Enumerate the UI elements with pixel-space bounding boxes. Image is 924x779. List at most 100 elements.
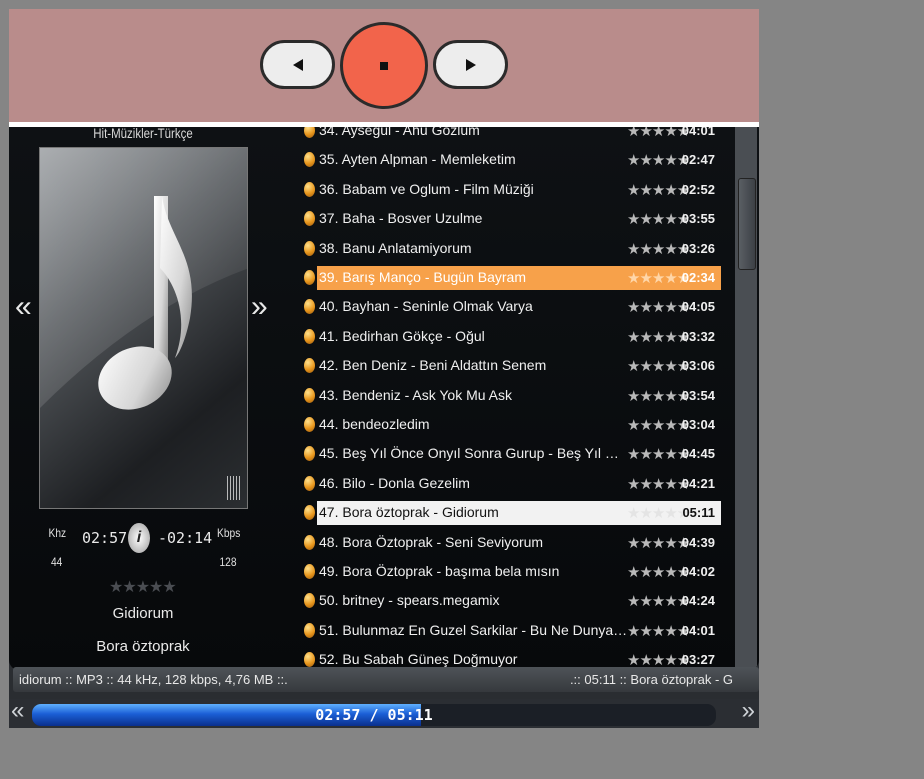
- barcode-icon: [227, 476, 241, 500]
- scrollbar[interactable]: [735, 127, 757, 670]
- track-bullet-icon: [304, 446, 315, 462]
- track-row-body: 36. Babam ve Oglum - Film Müziği ★★★★★ 02:…: [317, 178, 721, 202]
- track-rating[interactable]: ★★★★★: [627, 210, 690, 228]
- track-row[interactable]: 38. Banu Anlatamiyorum ★★★★★ 03:26: [303, 237, 723, 261]
- track-title: 41. Bedirhan Gökçe - Oğul: [319, 327, 485, 344]
- track-row[interactable]: 35. Ayten Alpman - Memleketim ★★★★★ 02:47: [303, 148, 723, 172]
- seek-forward-button[interactable]: »: [742, 697, 755, 725]
- album-cover: [39, 147, 248, 509]
- track-rating[interactable]: ★★★★★: [627, 534, 690, 552]
- kbps-label: Kbps: [217, 526, 241, 540]
- seek-back-button[interactable]: «: [11, 697, 24, 725]
- track-rating[interactable]: ★★★★★: [627, 151, 690, 169]
- track-duration: 05:11: [682, 505, 715, 521]
- track-row-body: 39. Barış Manço - Bugün Bayram ★★★★★ 02:34: [317, 266, 721, 290]
- next-button[interactable]: [433, 40, 508, 89]
- seek-track[interactable]: 02:57 / 05:11: [32, 704, 716, 726]
- track-title: 47. Bora öztoprak - Gidiorum: [319, 504, 499, 521]
- track-row[interactable]: 47. Bora öztoprak - Gidiorum ★★★★★ 05:11: [303, 501, 723, 526]
- track-bullet-icon: [304, 299, 315, 315]
- track-rating[interactable]: ★★★★★: [627, 563, 690, 581]
- track-duration: 03:27: [681, 652, 715, 668]
- info-icon[interactable]: i: [128, 523, 150, 553]
- track-rating[interactable]: ★★★★★: [627, 387, 690, 405]
- track-bullet-icon: [304, 564, 315, 579]
- seek-bar: « 02:57 / 05:11 »: [9, 697, 759, 728]
- track-row-body: 43. Bendeniz - Ask Yok Mu Ask ★★★★★ 03:54: [317, 384, 721, 408]
- cover-previous-button[interactable]: «: [15, 292, 32, 322]
- track-row-body: 48. Bora Öztoprak - Seni Seviyorum ★★★★★ 0…: [317, 531, 721, 555]
- track-duration: 04:01: [681, 127, 715, 138]
- playlist-name: Hit-Müzikler-Türkçe: [93, 127, 193, 141]
- track-bullet-icon: [304, 505, 315, 521]
- track-duration: 03:55: [681, 211, 715, 227]
- track-row[interactable]: 42. Ben Deniz - Beni Aldattın Senem ★★★★★…: [303, 354, 723, 378]
- rating-stars[interactable]: ★★★★★: [109, 577, 177, 597]
- track-title: 50. britney - spears.megamix: [319, 592, 500, 609]
- track-rating[interactable]: ★★★★★: [627, 504, 690, 522]
- track-rating[interactable]: ★★★★★: [627, 416, 690, 434]
- track-row-body: 37. Baha - Bosver Uzulme ★★★★★ 03:55: [317, 207, 721, 231]
- stop-button[interactable]: [340, 22, 428, 109]
- track-rating[interactable]: ★★★★★: [627, 445, 690, 463]
- track-rating[interactable]: ★★★★★: [627, 298, 690, 316]
- track-bullet-icon: [304, 417, 315, 432]
- transport-bar: [9, 9, 759, 122]
- track-title: 38. Banu Anlatamiyorum: [319, 239, 472, 256]
- track-row[interactable]: 36. Babam ve Oglum - Film Müziği ★★★★★ 02:…: [303, 178, 723, 202]
- music-note-icon: [40, 148, 247, 410]
- track-rating[interactable]: ★★★★★: [627, 622, 690, 640]
- elapsed-time: 02:57: [82, 529, 128, 547]
- track-rating[interactable]: ★★★★★: [627, 269, 690, 287]
- track-title: 36. Babam ve Oglum - Film Müziği: [319, 180, 534, 197]
- track-row[interactable]: 37. Baha - Bosver Uzulme ★★★★★ 03:55: [303, 207, 723, 231]
- track-rating[interactable]: ★★★★★: [627, 328, 690, 346]
- track-row[interactable]: 43. Bendeniz - Ask Yok Mu Ask ★★★★★ 03:54: [303, 384, 723, 408]
- track-rating[interactable]: ★★★★★: [627, 127, 690, 140]
- track-rating[interactable]: ★★★★★: [627, 475, 690, 493]
- track-row[interactable]: 45. Beş Yıl Önce Onyıl Sonra Gurup - Beş…: [303, 442, 723, 466]
- next-triangle-icon: [465, 58, 476, 71]
- track-row[interactable]: 51. Bulunmaz En Guzel Sarkilar - Bu Ne D…: [303, 619, 723, 643]
- cover-next-button[interactable]: »: [251, 292, 268, 322]
- track-row[interactable]: 44. bendeozledim ★★★★★ 03:04: [303, 413, 723, 437]
- kbps-value: 128: [219, 555, 237, 569]
- track-rating[interactable]: ★★★★★: [627, 592, 690, 610]
- track-row-body: 34. Aysegul - Ahu Gozlum ★★★★★ 04:01: [317, 127, 721, 143]
- track-title: 51. Bulunmaz En Guzel Sarkilar - Bu Ne D…: [319, 621, 629, 638]
- track-rating[interactable]: ★★★★★: [627, 181, 690, 199]
- track-row-body: 51. Bulunmaz En Guzel Sarkilar - Bu Ne D…: [317, 619, 721, 643]
- track-duration: 04:21: [681, 475, 715, 491]
- khz-label: Khz: [48, 526, 67, 540]
- previous-button[interactable]: [260, 40, 335, 89]
- track-duration: 03:32: [681, 328, 715, 344]
- track-row-body: 50. britney - spears.megamix ★★★★★ 04:24: [317, 589, 721, 613]
- scroll-thumb[interactable]: [738, 178, 756, 270]
- track-title: 37. Baha - Bosver Uzulme: [319, 210, 483, 227]
- track-title: 44. bendeozledim: [319, 416, 430, 432]
- track-rating[interactable]: ★★★★★: [627, 240, 690, 258]
- track-row-body: 49. Bora Öztoprak - başıma bela mısın ★★★…: [317, 560, 721, 584]
- stop-square-icon: [380, 61, 388, 70]
- track-title: 35. Ayten Alpman - Memleketim: [319, 151, 516, 168]
- track-bullet-icon: [304, 622, 315, 638]
- track-title: 42. Ben Deniz - Beni Aldattın Senem: [319, 357, 547, 374]
- status-bar: idiorum :: MP3 :: 44 kHz, 128 kbps, 4,76…: [13, 667, 759, 692]
- track-bullet-icon: [304, 328, 315, 344]
- track-row-body: 35. Ayten Alpman - Memleketim ★★★★★ 02:47: [317, 148, 721, 172]
- track-rating[interactable]: ★★★★★: [627, 357, 690, 375]
- track-row[interactable]: 49. Bora Öztoprak - başıma bela mısın ★★★…: [303, 560, 723, 584]
- track-duration: 03:54: [681, 387, 715, 403]
- track-row[interactable]: 46. Bilo - Donla Gezelim ★★★★★ 04:21: [303, 472, 723, 496]
- track-bullet-icon: [304, 127, 315, 138]
- track-row[interactable]: 40. Bayhan - Seninle Olmak Varya ★★★★★ 04:…: [303, 295, 723, 319]
- track-row[interactable]: 50. britney - spears.megamix ★★★★★ 04:24: [303, 589, 723, 613]
- track-bullet-icon: [304, 270, 315, 285]
- track-row[interactable]: 41. Bedirhan Gökçe - Oğul ★★★★★ 03:32: [303, 325, 723, 349]
- track-row[interactable]: 39. Barış Manço - Bugün Bayram ★★★★★ 02:34: [303, 266, 723, 290]
- track-row-body: 42. Ben Deniz - Beni Aldattın Senem ★★★★★…: [317, 354, 721, 378]
- track-row[interactable]: 48. Bora Öztoprak - Seni Seviyorum ★★★★★ 0…: [303, 531, 723, 555]
- track-row-body: 41. Bedirhan Gökçe - Oğul ★★★★★ 03:32: [317, 325, 721, 349]
- track-row[interactable]: 34. Aysegul - Ahu Gozlum ★★★★★ 04:01: [303, 127, 723, 143]
- track-duration: 04:05: [681, 299, 715, 315]
